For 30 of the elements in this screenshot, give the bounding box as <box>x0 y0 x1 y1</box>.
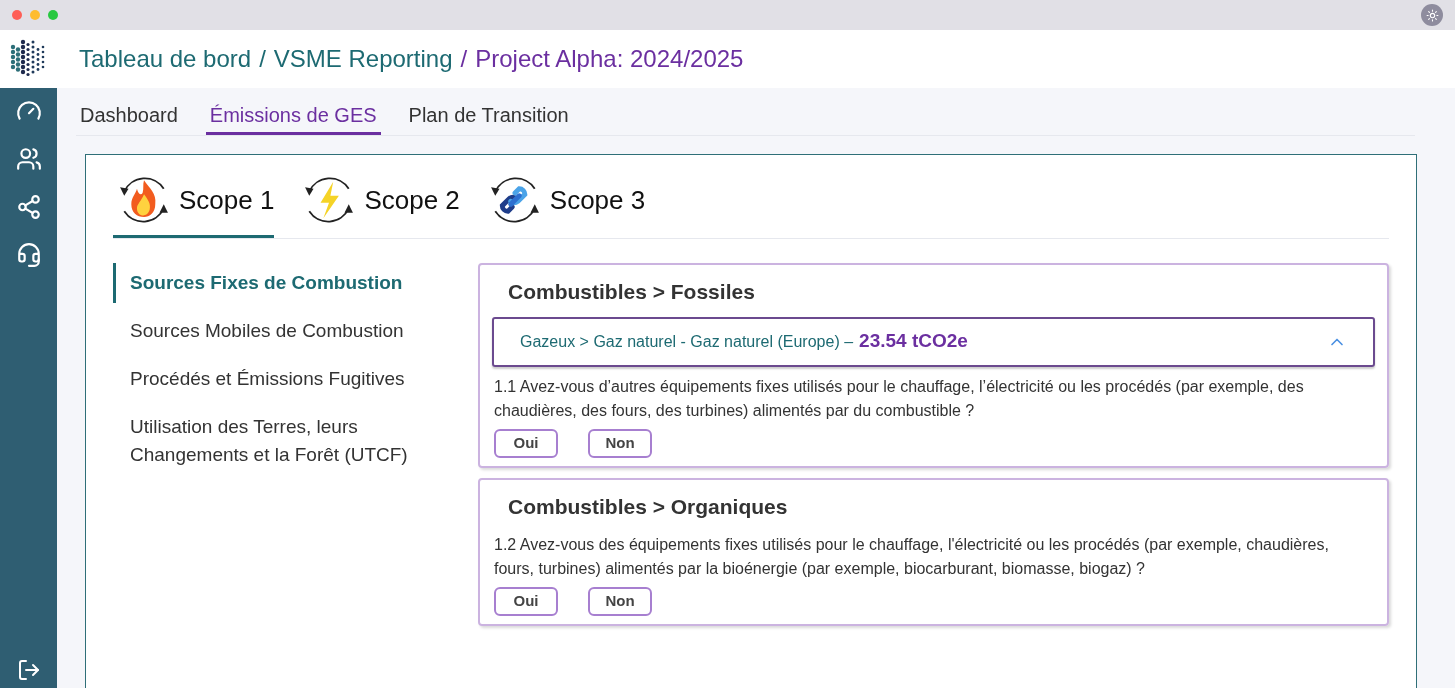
section-title: Combustibles > Organiques <box>507 493 789 520</box>
theme-toggle-button[interactable] <box>1421 4 1443 26</box>
nav-tab[interactable]: Plan de Transition <box>404 100 573 135</box>
answer-button[interactable]: Non <box>588 428 652 458</box>
answer-button[interactable]: Non <box>588 587 652 616</box>
breadcrumb-separator: / <box>460 44 468 74</box>
scope-tab[interactable]: Scope 2 <box>298 169 460 238</box>
logout-icon[interactable] <box>16 658 41 682</box>
answer-button[interactable]: Oui <box>494 428 558 458</box>
breadcrumb-link[interactable]: Tableau de bord <box>79 41 252 77</box>
users-icon[interactable] <box>15 146 42 172</box>
question-text: 1.1 Avez-vous d’autres équipements fixes utilisés pour le chauffage, l’électricité ou les procédés (par exemple, des chaudières, des fours, des turbines) alimentés par du combustible ? <box>493 376 1305 421</box>
source-menu-item[interactable]: Procédés et Émissions Fugitives <box>113 359 438 399</box>
breadcrumb-link[interactable]: Project Alpha: 2024/2025 <box>475 41 744 77</box>
breadcrumb-separator: / <box>259 44 266 74</box>
source-menu-item[interactable]: Sources Fixes de Combustion <box>113 263 438 303</box>
nav-tab[interactable]: Dashboard <box>76 100 182 135</box>
nav-tab[interactable]: Émissions de GES <box>205 100 381 135</box>
connected-nodes-icon[interactable] <box>15 194 42 220</box>
sun-icon <box>1425 8 1439 22</box>
section-title: Combustibles > Fossiles <box>507 279 756 305</box>
headset-person-icon[interactable] <box>15 242 42 268</box>
emission-accordion[interactable]: Gazeux > Gaz naturel - Gaz naturel (Europe) – 23.54 tCO2e <box>492 316 1375 367</box>
scope-tab[interactable]: Scope 3 <box>483 169 646 238</box>
question-text: 1.2 Avez-vous des équipements fixes utilisés pour le chauffage, l'électricité ou les procédés (par exemple, chaudières, fours, turbines) alimentés par la bioénergie (par exemple, biocarburant, biomasse, biogaz) ? <box>493 535 1330 579</box>
scope-tab[interactable]: Scope 1 <box>113 169 275 238</box>
answer-button[interactable]: Oui <box>494 587 558 616</box>
source-menu-item[interactable]: Sources Mobiles de Combustion <box>113 311 438 351</box>
breadcrumb-link[interactable]: VSME Reporting <box>273 41 453 77</box>
source-menu-item[interactable]: Utilisation des Terres, leurs Changements et la Forêt (UTCF) <box>113 407 438 475</box>
